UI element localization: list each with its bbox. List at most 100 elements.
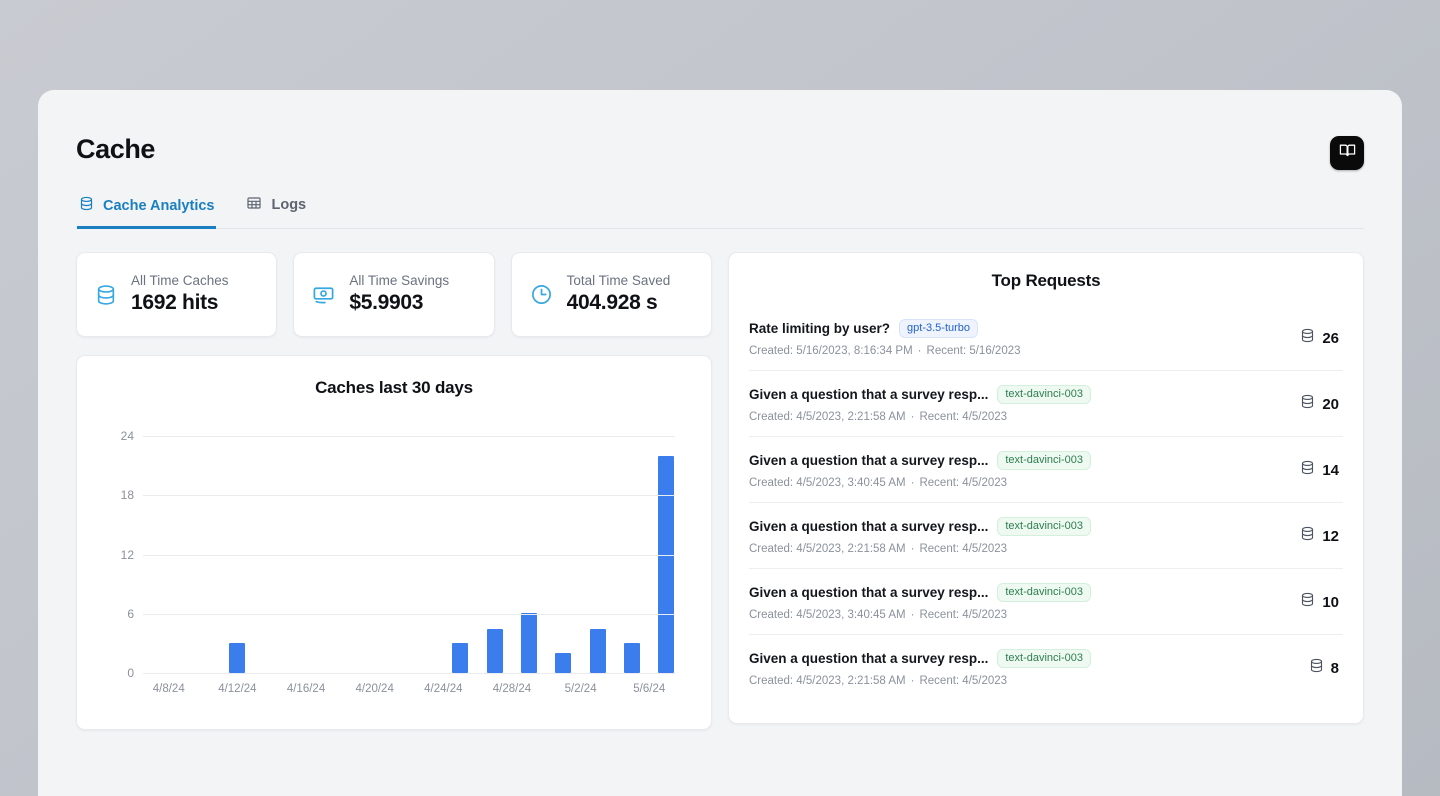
request-recent: Recent: 4/5/2023 (919, 543, 1007, 555)
chart-bar[interactable] (452, 643, 468, 673)
stat-label: Total Time Saved (567, 274, 671, 289)
tab-cache-analytics-label: Cache Analytics (103, 198, 214, 214)
analytics-column: All Time Caches 1692 hits (76, 252, 712, 730)
request-count: 12 (1300, 526, 1343, 546)
database-icon (1300, 328, 1315, 348)
request-row[interactable]: Given a question that a survey resp...te… (749, 370, 1343, 436)
app-window: Cache Cach (38, 90, 1402, 796)
request-count-value: 12 (1322, 528, 1339, 545)
chart-x-tick-label: 4/24/24 (424, 683, 462, 695)
model-badge: text-davinci-003 (997, 517, 1091, 536)
chart-gridline (143, 436, 675, 437)
request-prompt: Rate limiting by user? (749, 321, 890, 336)
stat-card-total-time-saved: Total Time Saved 404.928 s (511, 252, 712, 337)
chart-bar[interactable] (555, 653, 571, 673)
database-icon (1300, 526, 1315, 546)
chart-bar[interactable] (658, 456, 674, 673)
chart-x-tick-label: 4/20/24 (355, 683, 393, 695)
request-count-value: 8 (1331, 660, 1339, 677)
meta-separator: · (911, 543, 915, 555)
chart-x-tick-label: 4/12/24 (218, 683, 256, 695)
request-head: Given a question that a survey resp...te… (749, 649, 1091, 668)
docs-button[interactable] (1330, 136, 1364, 170)
tab-cache-analytics[interactable]: Cache Analytics (77, 196, 216, 229)
table-icon (246, 195, 262, 215)
request-count: 10 (1300, 592, 1343, 612)
tab-bar: Cache Analytics Logs (76, 194, 1364, 229)
request-meta: Created: 4/5/2023, 2:21:58 AM · Recent: 4/… (749, 543, 1091, 555)
database-icon (95, 284, 117, 306)
chart-y-tick-label: 6 (127, 607, 134, 621)
request-count-value: 26 (1322, 330, 1339, 347)
meta-separator: · (911, 411, 915, 423)
caches-chart-card: Caches last 30 days 061218244/8/244/12/2… (76, 355, 712, 730)
request-count: 20 (1300, 394, 1343, 414)
meta-separator: · (918, 345, 922, 357)
chart-gridline (143, 673, 675, 674)
chart-bar[interactable] (229, 643, 245, 673)
stat-value: 404.928 s (567, 291, 671, 315)
request-prompt: Given a question that a survey resp... (749, 453, 988, 468)
database-icon (79, 196, 94, 215)
stat-card-all-time-caches: All Time Caches 1692 hits (76, 252, 277, 337)
chart-x-tick-label: 5/6/24 (633, 683, 665, 695)
stat-label: All Time Savings (349, 274, 449, 289)
request-main: Given a question that a survey resp...te… (749, 583, 1091, 621)
request-meta: Created: 4/5/2023, 2:21:58 AM·Recent: 4/… (749, 675, 1091, 687)
request-row[interactable]: Given a question that a survey resp... te… (749, 502, 1343, 568)
database-icon (1309, 658, 1324, 678)
request-row[interactable]: Rate limiting by user? gpt-3.5-turbo Creat… (749, 305, 1343, 370)
database-icon (1300, 592, 1315, 612)
page-title: Cache (76, 136, 155, 163)
request-prompt: Given a question that a survey resp... (749, 519, 988, 534)
meta-separator: · (911, 477, 915, 489)
chart-bar[interactable] (590, 629, 606, 673)
request-head: Given a question that a survey resp... te… (749, 451, 1091, 470)
model-badge: text-davinci-003 (997, 451, 1091, 470)
stat-value: $5.9903 (349, 291, 449, 315)
header: Cache (76, 136, 1364, 170)
request-main: Given a question that a survey resp...te… (749, 385, 1091, 423)
request-count-value: 10 (1322, 594, 1339, 611)
request-meta: Created: 4/5/2023, 3:40:45 AM·Recent: 4/… (749, 477, 1091, 489)
request-row[interactable]: Given a question that a survey resp...te… (749, 634, 1343, 700)
chart-bar[interactable] (521, 613, 537, 673)
stat-cards: All Time Caches 1692 hits (76, 252, 712, 337)
request-main: Given a question that a survey resp... te… (749, 451, 1091, 489)
model-badge: gpt-3.5-turbo (899, 319, 978, 338)
main-content: All Time Caches 1692 hits (76, 252, 1364, 730)
request-head: Given a question that a survey resp...te… (749, 583, 1091, 602)
request-meta: Created: 4/5/2023, 2:21:58 AM·Recent: 4/… (749, 411, 1091, 423)
top-requests-card: Top Requests Rate limiting by user?gpt-3… (728, 252, 1364, 724)
chart-x-tick-label: 5/2/24 (565, 683, 597, 695)
chart-gridline (143, 495, 675, 496)
chart-y-tick-label: 18 (121, 488, 134, 502)
request-created: Created: 4/5/2023, 2:21:58 AM (749, 675, 906, 687)
request-recent: Recent: 4/5/2023 (919, 477, 1007, 489)
request-main: Rate limiting by user? gpt-3.5-turbo Creat… (749, 319, 1021, 357)
meta-separator: · (911, 675, 915, 687)
chart-y-tick-label: 0 (127, 666, 134, 680)
request-main: Given a question that a survey resp... te… (749, 517, 1091, 555)
chart-bar[interactable] (624, 643, 640, 673)
chart-canvas: 061218244/8/244/12/244/16/244/20/244/24/… (143, 436, 675, 673)
stat-value: 1692 hits (131, 291, 229, 315)
chart-bar[interactable] (487, 629, 503, 673)
database-icon (1300, 460, 1315, 480)
request-count-value: 14 (1322, 462, 1339, 479)
model-badge: text-davinci-003 (997, 649, 1091, 668)
request-created: Created: 5/16/2023, 8:16:34 PM (749, 345, 913, 357)
request-recent: Recent: 4/5/2023 (919, 411, 1007, 423)
request-head: Given a question that a survey resp...te… (749, 385, 1091, 404)
request-head: Given a question that a survey resp... te… (749, 517, 1091, 536)
tab-logs[interactable]: Logs (244, 195, 308, 229)
request-row[interactable]: Given a question that a survey resp... te… (749, 436, 1343, 502)
request-row[interactable]: Given a question that a survey resp...te… (749, 568, 1343, 634)
meta-separator: · (911, 609, 915, 621)
request-prompt: Given a question that a survey resp... (749, 387, 988, 402)
request-created: Created: 4/5/2023, 2:21:58 AM (749, 543, 906, 555)
chart-x-tick-label: 4/28/24 (493, 683, 531, 695)
chart-gridline (143, 614, 675, 615)
request-recent: Recent: 4/5/2023 (919, 609, 1007, 621)
request-count: 14 (1300, 460, 1343, 480)
